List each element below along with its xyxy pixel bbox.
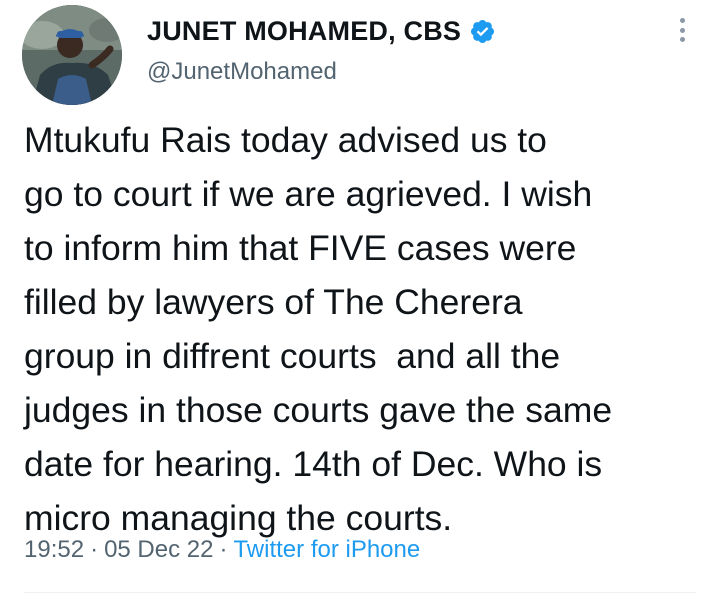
divider xyxy=(24,592,696,593)
author-name-row[interactable]: JUNET MOHAMED, CBS xyxy=(147,13,496,49)
meta-separator: · xyxy=(219,536,228,563)
verified-badge-icon xyxy=(469,18,496,45)
author-handle[interactable]: @JunetMohamed xyxy=(147,58,337,86)
tweet-text: Mtukufu Rais today advised us to go to c… xyxy=(24,113,714,545)
avatar[interactable] xyxy=(22,5,122,105)
tweet-text-line: judges in those courts gave the same xyxy=(24,390,613,430)
tweet-text-line: date for hearing. 14th of Dec. Who is xyxy=(24,444,603,484)
tweet-text-line: to inform him that FIVE cases were xyxy=(24,228,577,268)
tweet-text-line: group in diffrent courts and all the xyxy=(24,336,561,376)
more-dot xyxy=(679,27,685,33)
tweet-text-line: filled by lawyers of The Cherera xyxy=(24,282,523,322)
more-dot xyxy=(679,37,685,42)
tweet-text-line: go to court if we are agrieved. I wish xyxy=(24,174,593,214)
author-display-name[interactable]: JUNET MOHAMED, CBS xyxy=(147,16,461,47)
tweet-date[interactable]: 05 Dec 22 xyxy=(104,536,213,564)
tweet-text-line: Mtukufu Rais today advised us to xyxy=(24,120,547,160)
meta-separator: · xyxy=(90,536,99,563)
tweet-source-link[interactable]: Twitter for iPhone xyxy=(233,536,420,564)
tweet-time[interactable]: 19:52 xyxy=(24,536,84,564)
tweet: JUNET MOHAMED, CBS @JunetMohamed Mtukufu… xyxy=(0,0,720,602)
tweet-meta: 19:52 · 05 Dec 22 · Twitter for iPhone xyxy=(24,536,420,564)
more-vertical-icon[interactable] xyxy=(670,14,694,46)
avatar-image xyxy=(22,5,122,105)
more-dot xyxy=(679,18,685,23)
